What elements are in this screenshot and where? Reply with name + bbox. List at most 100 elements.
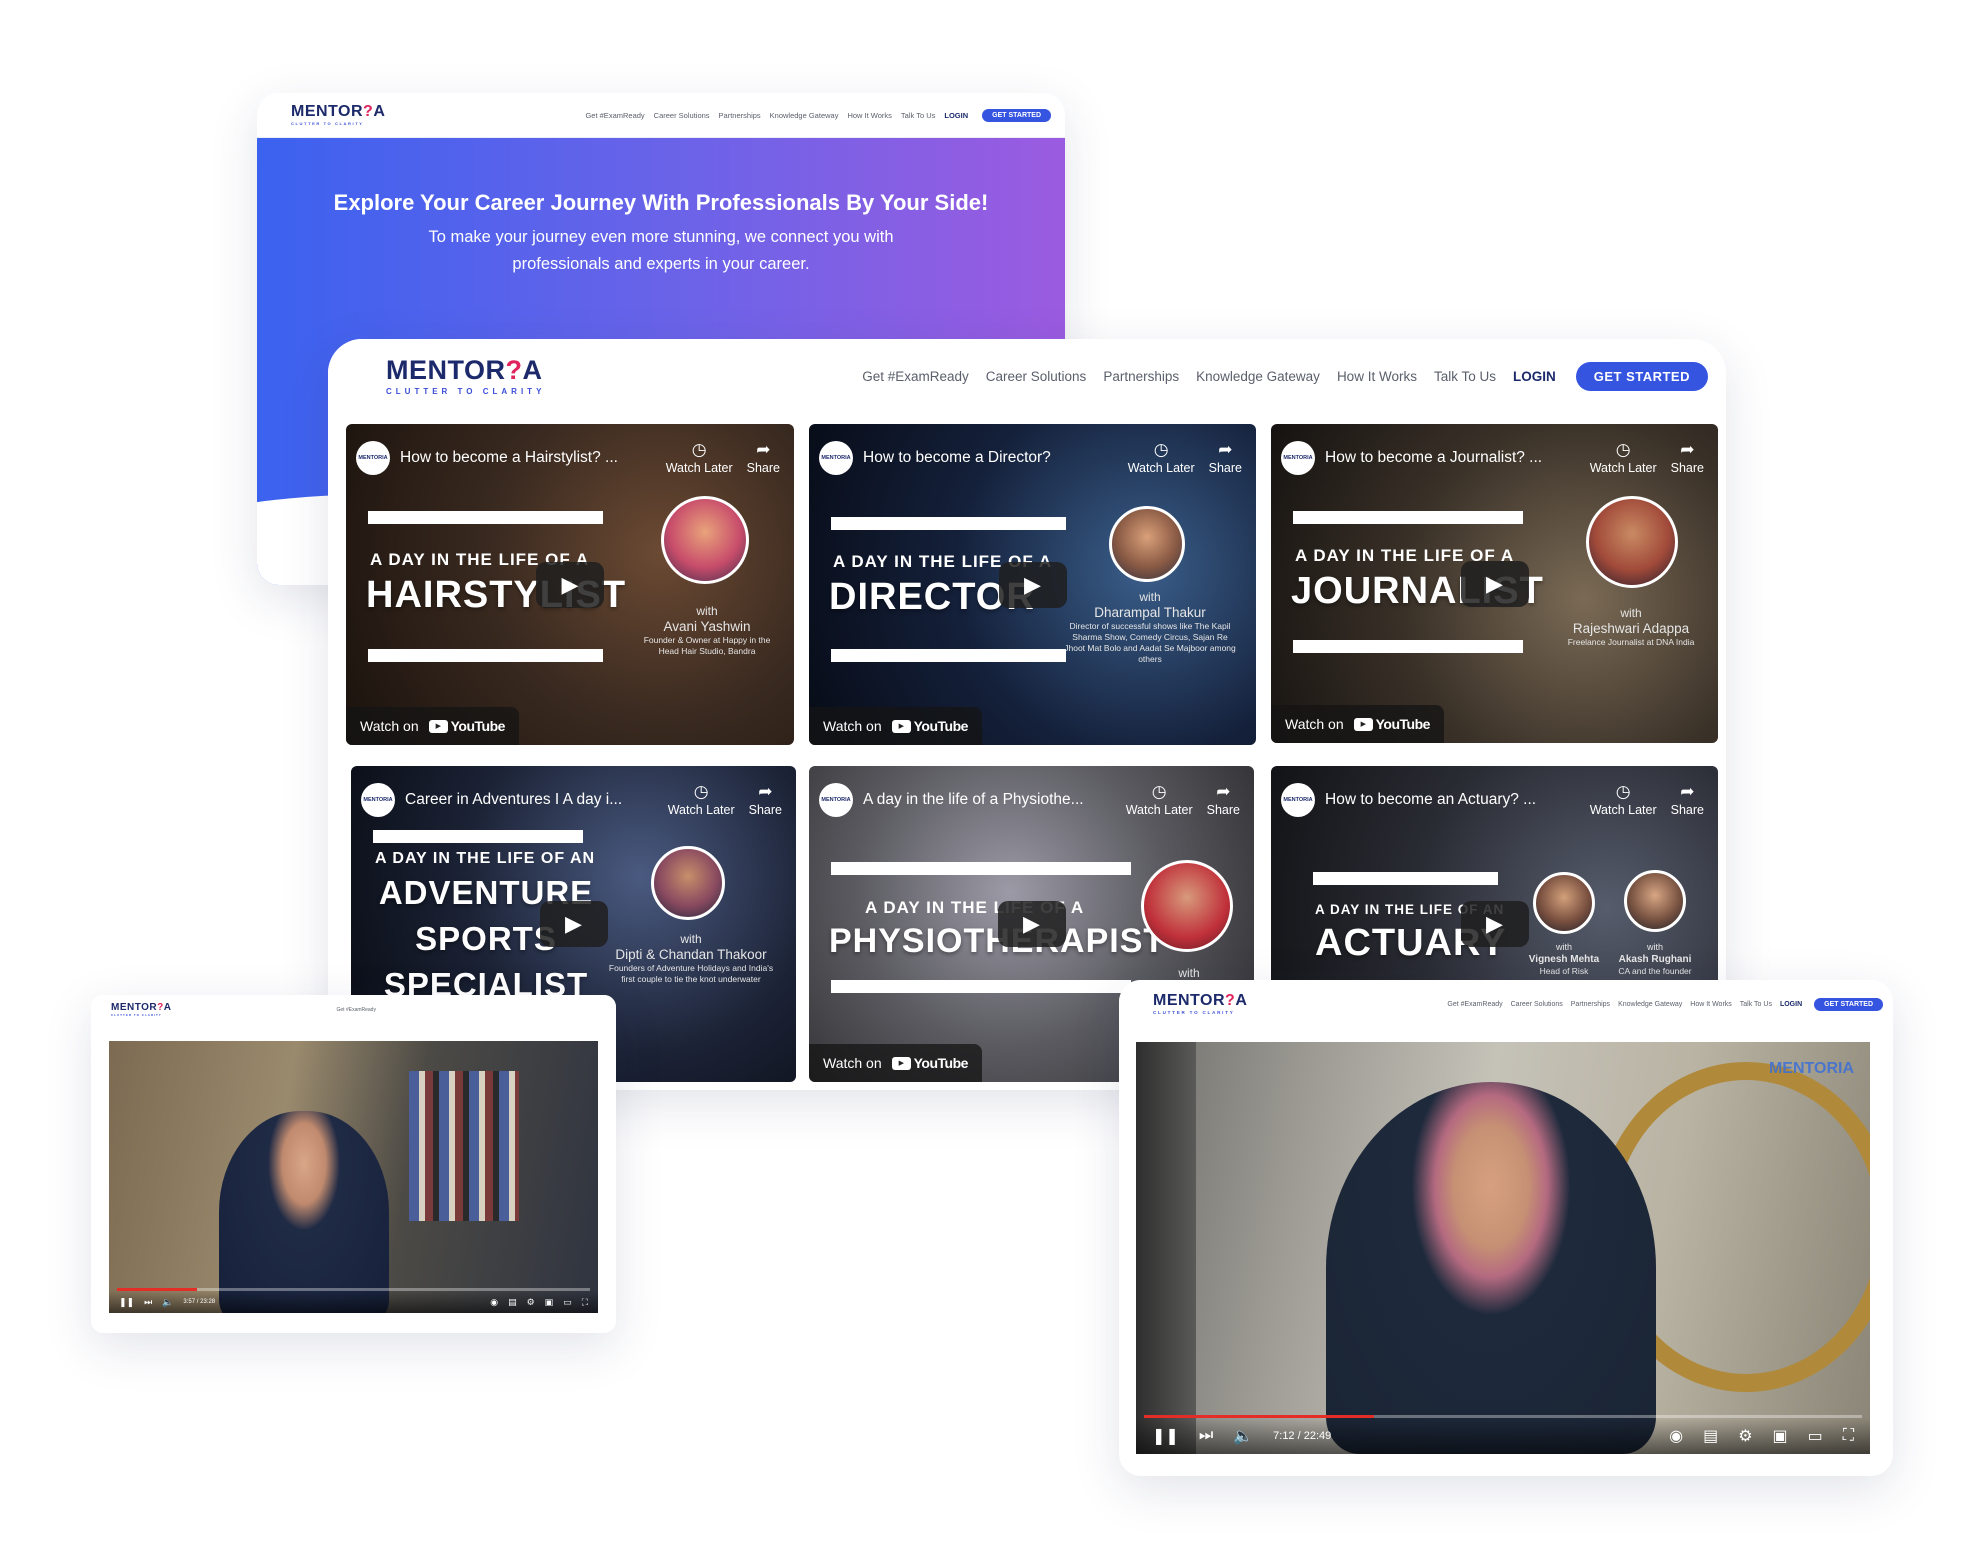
play-button[interactable]: ▶ <box>997 901 1066 947</box>
nav-link-talk-to-us[interactable]: Talk To Us <box>1434 369 1496 384</box>
watch-later-button[interactable]: ◷ Watch Later <box>1128 440 1195 476</box>
captions-icon[interactable]: ▤ <box>1703 1426 1718 1446</box>
video-title[interactable]: A day in the life of a Physiothe... <box>863 791 1112 809</box>
play-icon: ▶ <box>1024 571 1041 597</box>
watch-later-button[interactable]: ◷ Watch Later <box>1126 783 1193 818</box>
settings-gear-icon[interactable]: ⚙ <box>1738 1426 1752 1446</box>
youtube-logo-icon: ▶ <box>428 719 448 733</box>
nav-link-career-solutions[interactable]: Career Solutions <box>986 369 1087 384</box>
watch-later-button[interactable]: ◷ Watch Later <box>1590 441 1657 476</box>
nav-links: Get #ExamReady Career Solutions Partners… <box>576 108 1051 122</box>
share-arrow-icon: ➦ <box>758 782 773 801</box>
nav-link-partnerships[interactable]: Partnerships <box>1571 1001 1610 1008</box>
play-button[interactable]: ▶ <box>539 901 608 947</box>
nav-link-knowledge-gateway[interactable]: Knowledge Gateway <box>1618 1001 1682 1008</box>
youtube-logo-icon: ▶ <box>1353 717 1373 731</box>
get-started-button[interactable]: GET STARTED <box>1575 361 1708 391</box>
video-title[interactable]: How to become a Journalist? ... <box>1325 449 1576 467</box>
settings-gear-icon[interactable]: ⚙ <box>527 1297 535 1308</box>
clock-icon: ◷ <box>1153 440 1169 459</box>
next-icon[interactable]: ⏭ <box>144 1297 152 1308</box>
watch-on-youtube[interactable]: Watch on▶YouTube <box>809 1044 982 1082</box>
logo-tagline: CLUTTER TO CLARITY <box>111 1013 162 1017</box>
channel-avatar[interactable]: MENTORIA <box>819 783 853 817</box>
nav-link-career-solutions[interactable]: Career Solutions <box>1511 1001 1563 1008</box>
video-watermark: MENTORIA <box>1768 1060 1854 1077</box>
get-started-button[interactable]: GET STARTED <box>1814 997 1883 1011</box>
share-button[interactable]: ➦ Share <box>1671 441 1704 476</box>
share-button[interactable]: ➦ Share <box>1209 440 1242 476</box>
share-button[interactable]: ➦ Share <box>749 782 782 818</box>
mentoria-logo[interactable]: MENTOR?A CLUTTER TO CLARITY <box>1153 992 1247 1016</box>
channel-avatar[interactable]: MENTORIA <box>356 441 390 475</box>
watch-later-button[interactable]: ◷ Watch Later <box>668 783 735 818</box>
captions-icon[interactable]: ▤ <box>508 1297 517 1308</box>
guest-name: Avani Yashwin <box>663 619 751 634</box>
get-started-button[interactable]: GET STARTED <box>982 108 1051 122</box>
fullscreen-icon[interactable]: ⛶ <box>582 1297 588 1308</box>
nav-link-exam-ready[interactable]: Get #ExamReady <box>862 369 969 384</box>
nav-link-exam-ready[interactable]: Get #ExamReady <box>337 1007 376 1013</box>
login-link[interactable]: LOGIN <box>1780 1001 1802 1008</box>
autoplay-toggle-icon[interactable]: ◉ <box>490 1297 498 1308</box>
volume-icon[interactable]: 🔈 <box>162 1297 173 1308</box>
login-link[interactable]: LOGIN <box>1513 369 1556 384</box>
mentoria-logo[interactable]: MENTOR?A CLUTTER TO CLARITY <box>386 356 545 396</box>
nav-link-how-it-works[interactable]: How It Works <box>1690 1001 1732 1008</box>
nav-link-knowledge-gateway[interactable]: Knowledge Gateway <box>770 111 839 120</box>
guest-avatar <box>651 846 725 920</box>
theater-mode-icon[interactable]: ▭ <box>1808 1426 1823 1446</box>
guest-name: Dharampal Thakur <box>1094 605 1206 620</box>
play-button[interactable]: ▶ <box>1460 901 1529 947</box>
share-arrow-icon: ➦ <box>1218 440 1233 459</box>
mentoria-logo[interactable]: MENTOR?A CLUTTER TO CLARITY <box>111 1003 172 1017</box>
share-button[interactable]: ➦ Share <box>1207 783 1240 818</box>
nav-link-talk-to-us[interactable]: Talk To Us <box>901 111 935 120</box>
top-nav: MENTOR?A CLUTTER TO CLARITY Get #ExamRea… <box>257 93 1065 138</box>
miniplayer-icon[interactable]: ▣ <box>545 1297 554 1308</box>
channel-avatar[interactable]: MENTORIA <box>1281 441 1315 475</box>
nav-link-knowledge-gateway[interactable]: Knowledge Gateway <box>1196 369 1320 384</box>
nav-link-exam-ready[interactable]: Get #ExamReady <box>1447 1001 1502 1008</box>
nav-link-how-it-works[interactable]: How It Works <box>847 111 891 120</box>
watch-on-youtube[interactable]: Watch on▶YouTube <box>1271 705 1444 743</box>
pause-icon[interactable]: ❚❚ <box>119 1297 134 1308</box>
nav-link-talk-to-us[interactable]: Talk To Us <box>1740 1001 1772 1008</box>
channel-avatar[interactable]: MENTORIA <box>361 783 395 817</box>
watch-later-button[interactable]: ◷ Watch Later <box>666 441 733 476</box>
play-button[interactable]: ▶ <box>1460 560 1529 607</box>
video-embed-journalist[interactable]: MENTORIA How to become a Journalist? ...… <box>1271 424 1718 743</box>
video-player[interactable]: MENTORIA ❚❚ ⏭ 🔈 7:12 / 22:49 ◉ ▤ ⚙ ▣ ▭ ⛶ <box>1136 1042 1870 1454</box>
theater-mode-icon[interactable]: ▭ <box>563 1297 572 1308</box>
watch-on-youtube[interactable]: Watch on▶YouTube <box>809 707 982 745</box>
next-icon[interactable]: ⏭ <box>1199 1427 1213 1445</box>
nav-link-career-solutions[interactable]: Career Solutions <box>654 111 710 120</box>
share-button[interactable]: ➦ Share <box>747 441 780 476</box>
play-button[interactable]: ▶ <box>536 561 604 608</box>
channel-avatar[interactable]: MENTORIA <box>819 441 853 475</box>
video-title[interactable]: How to become a Hairstylist? ... <box>400 449 652 467</box>
video-title[interactable]: Career in Adventures I A day i... <box>405 791 654 809</box>
video-title[interactable]: How to become a Director? <box>863 449 1114 467</box>
autoplay-toggle-icon[interactable]: ◉ <box>1669 1426 1683 1446</box>
fullscreen-icon[interactable]: ⛶ <box>1843 1427 1854 1445</box>
nav-link-exam-ready[interactable]: Get #ExamReady <box>585 111 644 120</box>
video-title[interactable]: How to become an Actuary? ... <box>1325 791 1576 809</box>
nav-link-partnerships[interactable]: Partnerships <box>719 111 761 120</box>
nav-link-how-it-works[interactable]: How It Works <box>1337 369 1417 384</box>
watch-on-youtube[interactable]: Watch on▶YouTube <box>346 707 519 745</box>
channel-avatar[interactable]: MENTORIA <box>1281 783 1315 817</box>
video-embed-director[interactable]: MENTORIA How to become a Director? ◷ Watc… <box>809 424 1256 745</box>
nav-link-partnerships[interactable]: Partnerships <box>1103 369 1179 384</box>
login-link[interactable]: LOGIN <box>944 111 968 120</box>
share-button[interactable]: ➦ Share <box>1671 783 1704 818</box>
play-icon: ▶ <box>565 911 582 936</box>
pause-icon[interactable]: ❚❚ <box>1152 1426 1179 1446</box>
play-button[interactable]: ▶ <box>998 561 1067 608</box>
watch-later-button[interactable]: ◷ Watch Later <box>1590 783 1657 818</box>
volume-icon[interactable]: 🔈 <box>1233 1426 1253 1446</box>
miniplayer-icon[interactable]: ▣ <box>1773 1426 1788 1446</box>
video-embed-hairstylist[interactable]: MENTORIA How to become a Hairstylist? ..… <box>346 424 794 745</box>
mentoria-logo[interactable]: MENTOR?A CLUTTER TO CLARITY <box>291 104 385 126</box>
video-player[interactable]: ❚❚ ⏭ 🔈 3:57 / 23:28 ◉ ▤ ⚙ ▣ ▭ ⛶ <box>109 1041 598 1313</box>
